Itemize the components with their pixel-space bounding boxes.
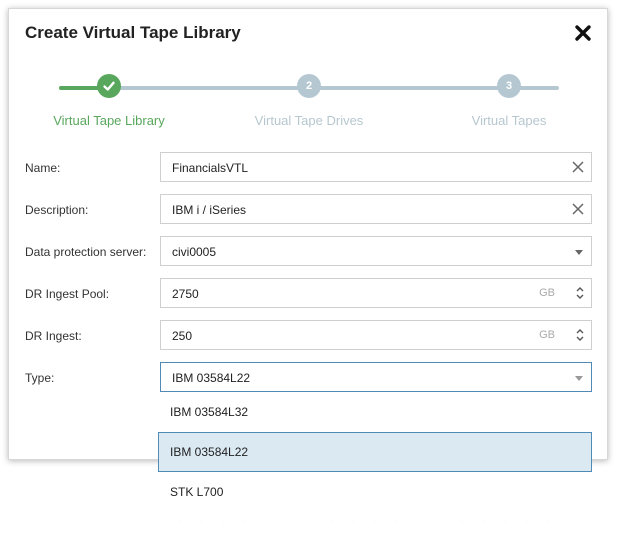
clear-icon[interactable]	[571, 202, 585, 216]
type-option-selected[interactable]: IBM 03584L22	[158, 432, 592, 472]
name-label: Name:	[25, 161, 61, 175]
dialog-title: Create Virtual Tape Library	[25, 23, 241, 42]
description-value: IBM i / iSeries	[172, 203, 247, 217]
description-label: Description:	[25, 203, 89, 217]
checkmark-icon	[103, 81, 115, 91]
spinner-icon[interactable]	[575, 283, 585, 303]
server-value: civi0005	[172, 245, 217, 259]
name-field[interactable]: FinancialsVTL	[160, 152, 592, 182]
ingest-label: DR Ingest:	[25, 329, 82, 343]
pool-input[interactable]: 2750 GB	[160, 278, 592, 308]
step-1-label: Virtual Tape Library	[53, 113, 165, 128]
step-1-circle[interactable]	[97, 74, 121, 98]
ingest-unit: GB	[539, 329, 555, 341]
clear-icon[interactable]	[571, 160, 585, 174]
chevron-down-icon	[575, 376, 583, 381]
ingest-value: 250	[172, 329, 193, 343]
pool-label: DR Ingest Pool:	[25, 287, 110, 301]
type-dropdown-list: IBM 03584L32 IBM 03584L22 STK L700	[158, 392, 592, 522]
step-3-label: Virtual Tapes	[471, 113, 547, 128]
chevron-down-icon	[575, 250, 583, 255]
type-label: Type:	[25, 371, 55, 385]
type-option[interactable]: STK L700	[158, 472, 592, 512]
name-value: FinancialsVTL	[172, 161, 249, 175]
description-field[interactable]: IBM i / iSeries	[160, 194, 592, 224]
type-value: IBM 03584L22	[172, 371, 251, 385]
step-2-circle[interactable]: 2	[297, 74, 321, 98]
step-track-line	[111, 86, 559, 90]
server-label: Data protection server:	[25, 245, 147, 259]
server-select[interactable]: civi0005	[160, 236, 592, 266]
pool-value: 2750	[172, 287, 199, 301]
spinner-icon[interactable]	[575, 325, 585, 345]
step-2-label: Virtual Tape Drives	[254, 113, 364, 128]
step-3-circle[interactable]: 3	[497, 74, 521, 98]
pool-unit: GB	[539, 287, 555, 299]
close-icon[interactable]	[573, 23, 593, 43]
type-option[interactable]: IBM 03584L32	[158, 392, 592, 432]
type-select[interactable]: IBM 03584L22	[160, 362, 592, 392]
ingest-input[interactable]: 250 GB	[160, 320, 592, 350]
